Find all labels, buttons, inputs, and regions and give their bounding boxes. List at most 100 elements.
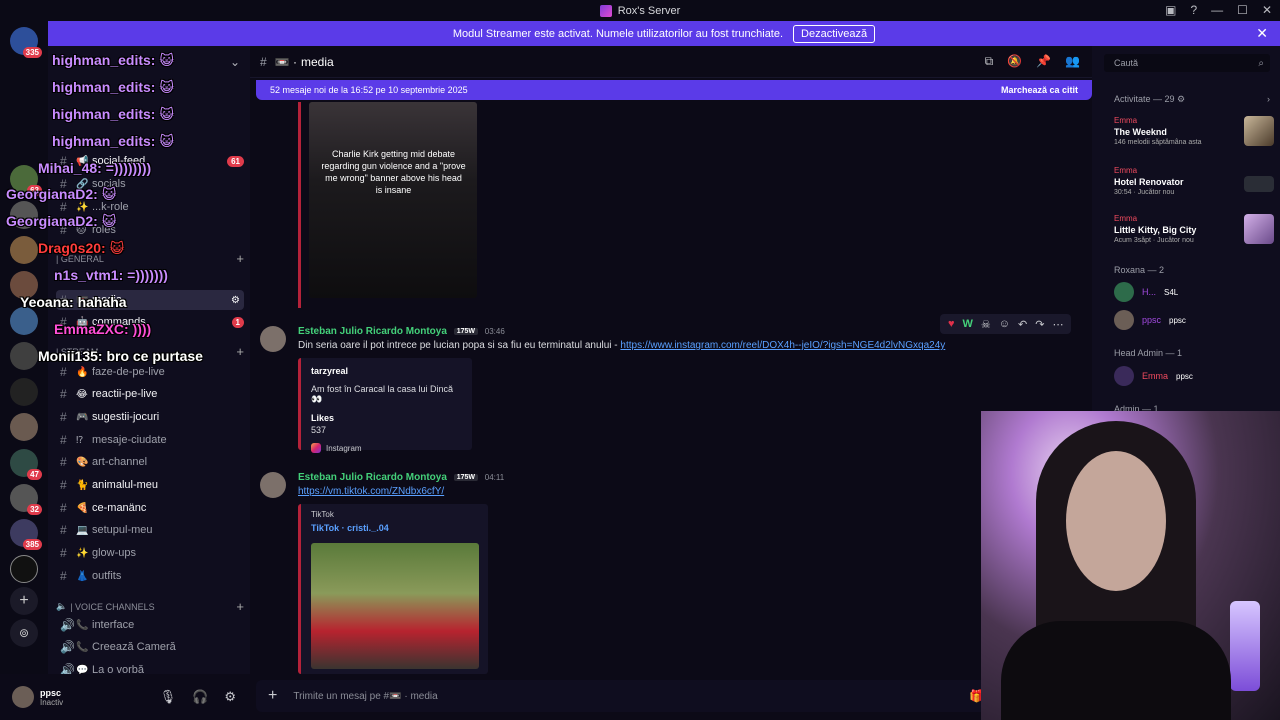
microphone-icon[interactable]: 🎙 [160, 689, 177, 705]
channel-emoji-icon: 🍕 [76, 502, 89, 514]
search-icon: ⌕ [1258, 57, 1264, 69]
video-thumbnail[interactable]: Charlie Kirk getting mid debate regardin… [309, 102, 477, 298]
message-text: Din seria oare il pot intrece pe lucian … [298, 340, 621, 351]
chevron-right-icon[interactable]: › [1267, 94, 1270, 104]
avatar[interactable] [260, 472, 286, 498]
hash-icon: # [60, 455, 67, 469]
embed-footer: Instagram [326, 443, 362, 453]
server-icon[interactable] [10, 555, 38, 583]
message-actions-bar: ♥ W ☠ ☺ ↶ ↷ ⋯ [940, 314, 1072, 334]
server-icon[interactable] [10, 413, 38, 441]
activity-card[interactable]: Emma Little Kitty, Big City Acum 3săpt ·… [1114, 214, 1274, 244]
close-window-button[interactable]: ✕ [1262, 3, 1272, 17]
inbox-icon[interactable]: ▣ [1165, 3, 1176, 17]
minimize-button[interactable]: — [1211, 3, 1223, 17]
overlay-chat-message: GeorgianaD2: 😺 [6, 186, 117, 202]
message-input[interactable]: Trimite un mesaj pe #📼 · media [293, 691, 437, 702]
mark-as-read-button[interactable]: Marchează ca citit [1001, 85, 1078, 95]
add-reaction-icon[interactable]: ☺ [999, 318, 1010, 330]
tiktok-thumbnail[interactable] [311, 543, 479, 669]
channel-setupul-meu[interactable]: # 💻 setupul-meu [56, 520, 244, 540]
channel-outfits[interactable]: # 👗 outfits [56, 566, 244, 586]
phone-icon: 📞 [76, 641, 89, 653]
new-messages-bar[interactable]: 52 mesaje noi de la 16:52 pe 10 septembr… [256, 80, 1092, 100]
streamer-mode-banner: Modul Streamer este activat. Numele util… [48, 21, 1280, 46]
mute-bell-icon[interactable]: 🔕 [1007, 54, 1022, 69]
gear-icon[interactable]: ⚙ [224, 689, 236, 705]
member-row[interactable]: ppsc ppsc [1114, 309, 1274, 331]
server-icon[interactable] [10, 307, 38, 335]
channel-ce-manac[interactable]: # 🍕 ce-manänc [56, 498, 244, 518]
message-link[interactable]: https://www.instagram.com/reel/DOX4h--je… [620, 340, 945, 351]
search-input[interactable]: Caută ⌕ [1104, 54, 1270, 72]
channel-art-channel[interactable]: # 🎨 art-channel [56, 452, 244, 472]
members-list-icon[interactable]: 👥 [1065, 54, 1080, 69]
embed-provider[interactable]: tarzyreal [311, 366, 462, 376]
w-reaction-icon[interactable]: W [963, 318, 973, 330]
message-link[interactable]: https://vm.tiktok.com/ZNdbx6cfY/ [298, 486, 444, 497]
voice-channel-interface[interactable]: 🔊 📞 interface [56, 615, 244, 635]
threads-icon[interactable]: ⧉ [985, 54, 994, 69]
voice-channel-create[interactable]: 🔊 📞 Creează Cameră [56, 637, 244, 657]
overlay-chat-message: Drag0s20: 😺 [38, 240, 125, 256]
close-icon[interactable]: ✕ [1256, 25, 1268, 42]
chevron-down-icon: ⌄ [229, 55, 240, 69]
server-icon[interactable] [10, 484, 43, 515]
activity-card[interactable]: Emma The Weeknd 146 melodii săptămâna as… [1114, 116, 1274, 146]
embed-title[interactable]: TikTok · cristi._.04 [311, 523, 478, 533]
hash-icon: # [60, 478, 67, 492]
server-icon[interactable] [10, 236, 38, 264]
message-content: https://vm.tiktok.com/ZNdbx6cfY/ [298, 486, 444, 497]
maximize-button[interactable]: ☐ [1237, 3, 1248, 17]
add-channel-icon[interactable]: + [236, 599, 244, 614]
channel-emoji-icon: ✨ [76, 547, 89, 559]
server-logo-icon [599, 4, 612, 17]
message-composer[interactable]: + Trimite un mesaj pe #📼 · media 🎁 [256, 680, 1092, 712]
add-channel-icon[interactable]: + [236, 344, 244, 359]
activity-user: Emma [1114, 166, 1138, 175]
message-author[interactable]: Esteban Julio Ricardo Montoya [298, 326, 447, 337]
member-row[interactable]: Emma ppsc [1114, 365, 1274, 387]
server-icon[interactable] [10, 27, 42, 58]
category-voice[interactable]: 🔈 | VOICE CHANNELS + [56, 599, 244, 614]
add-server-icon[interactable]: + [10, 587, 38, 615]
channel-mesaje-ciudate[interactable]: # ⁉ mesaje-ciudate [56, 430, 244, 450]
activity-header: Activitate — 29 ⚙ › [1114, 94, 1270, 104]
server-icon[interactable] [10, 519, 42, 550]
settings-gear-icon[interactable]: ⚙ [231, 295, 240, 306]
attach-plus-icon[interactable]: + [268, 687, 277, 705]
member-row[interactable]: H... S4L [1114, 281, 1274, 303]
headphones-icon[interactable]: 🎧 [192, 689, 208, 705]
channel-glow-ups[interactable]: # ✨ glow-ups [56, 543, 244, 563]
reply-icon[interactable]: ↶ [1018, 318, 1027, 331]
embed-field-value: 537 [311, 425, 327, 435]
add-channel-icon[interactable]: + [236, 251, 244, 266]
server-icon[interactable] [10, 342, 38, 370]
pin-icon[interactable]: 📌 [1036, 54, 1051, 69]
overlay-chat-message: Mihai_48: =)))))))) [38, 160, 152, 176]
channel-emoji-icon: 💻 [76, 524, 89, 536]
skull-reaction-icon[interactable]: ☠ [981, 318, 991, 331]
disable-streamer-button[interactable]: Dezactivează [793, 24, 876, 43]
channel-faze-de-pe-live[interactable]: # 🔥 faze-de-pe-live [56, 362, 244, 382]
hash-icon: # [60, 523, 67, 537]
role-header-head-admin: Head Admin — 1 [1114, 348, 1183, 358]
help-icon[interactable]: ? [1190, 3, 1197, 17]
activity-card[interactable]: Emma Hotel Renovator 30:54 · Jucător nou [1114, 166, 1274, 196]
server-icon[interactable] [10, 449, 43, 480]
voice-channel-la-o-vorba[interactable]: 🔊 💬 La o vorbă [56, 660, 244, 674]
gear-icon[interactable]: ⚙ [1177, 94, 1185, 104]
hash-icon: # [60, 433, 67, 447]
heart-reaction-icon[interactable]: ♥ [948, 318, 955, 330]
channel-sugestii-jocuri[interactable]: # 🎮 sugestii-jocuri [56, 407, 244, 427]
message-author[interactable]: Esteban Julio Ricardo Montoya [298, 472, 447, 483]
server-icon[interactable] [10, 378, 38, 406]
hash-icon: # [60, 501, 67, 515]
avatar[interactable] [260, 326, 286, 352]
channel-animalul-meu[interactable]: # 🐈 animalul-meu [56, 475, 244, 495]
discover-icon[interactable]: ⊚ [10, 619, 38, 647]
more-options-icon[interactable]: ⋯ [1052, 318, 1063, 331]
forward-icon[interactable]: ↷ [1035, 318, 1044, 331]
avatar[interactable] [12, 686, 34, 708]
channel-reactii-pe-live[interactable]: # 😂 reactii-pe-live [56, 384, 244, 404]
